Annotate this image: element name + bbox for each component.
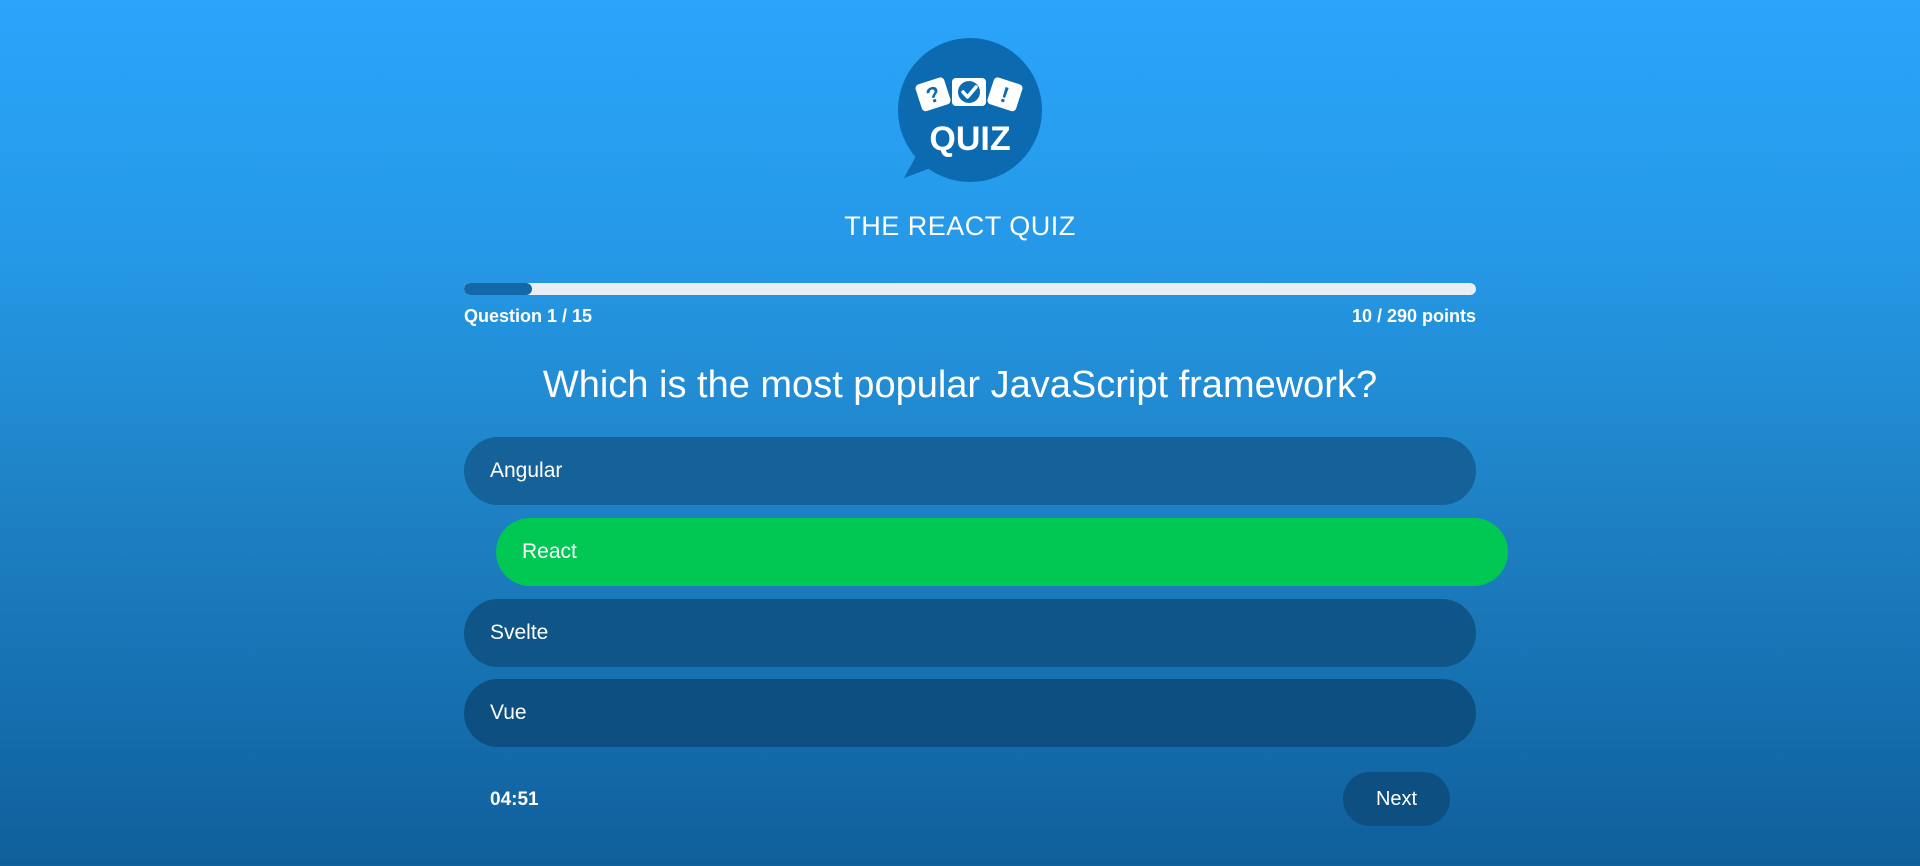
quiz-logo: ? ! QUIZ (898, 38, 1042, 182)
next-button[interactable]: Next (1343, 772, 1450, 826)
option-button-svelte[interactable]: Svelte (464, 599, 1476, 667)
option-label: Angular (490, 459, 563, 482)
option-label: Vue (490, 701, 527, 724)
logo-text: QUIZ (929, 120, 1010, 158)
countdown-timer: 04:51 (490, 789, 539, 810)
option-label: React (522, 540, 577, 563)
option-label: Svelte (490, 621, 549, 644)
option-button-angular[interactable]: Angular (464, 437, 1476, 505)
points-counter: 10 / 290 points (1351, 306, 1476, 326)
option-button-vue[interactable]: Vue (464, 679, 1476, 747)
app-title: THE REACT QUIZ (844, 211, 1076, 241)
option-button-react[interactable]: React (496, 518, 1508, 586)
check-card-icon (952, 78, 986, 106)
next-button-label: Next (1375, 787, 1418, 810)
question-text: Which is the most popular JavaScript fra… (542, 364, 1378, 406)
progress-bar-fill (464, 283, 532, 295)
progress-bar (464, 283, 1476, 295)
question-counter: Question 1 / 15 (464, 306, 593, 326)
quiz-app: ? ! QUIZ THE REACT QUIZ Question 1 / 15 … (0, 0, 1920, 866)
